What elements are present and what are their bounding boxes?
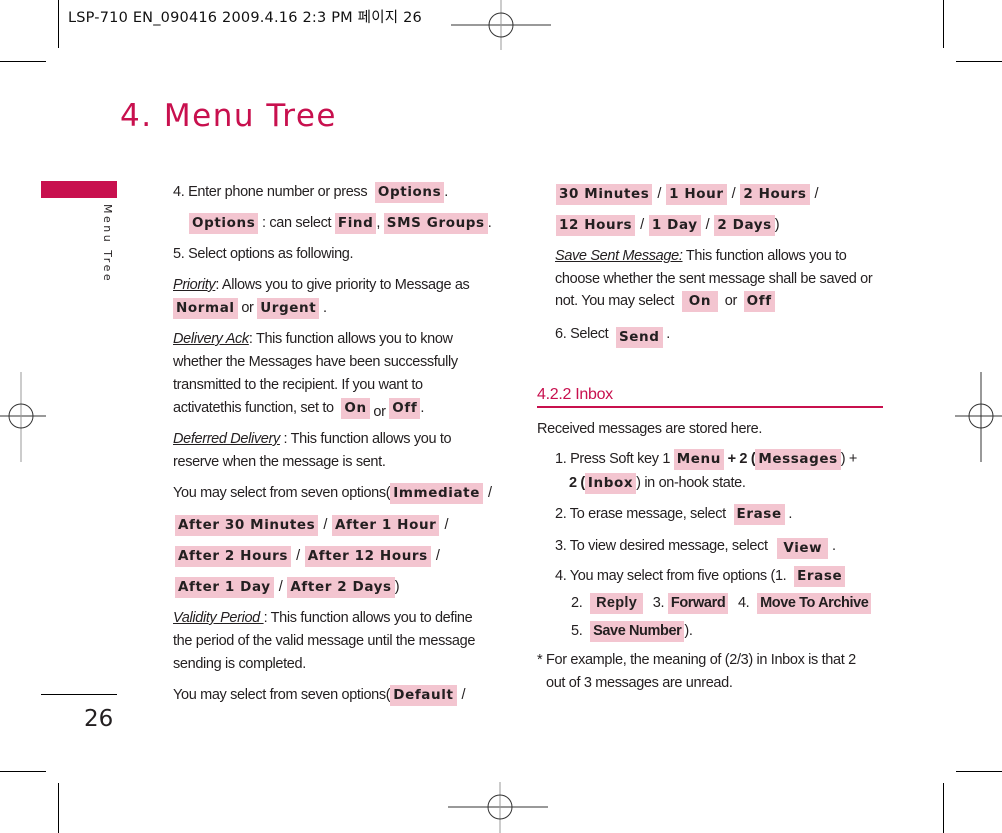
key-after-1-day: After 1 Day <box>175 577 274 598</box>
registration-mark-right <box>955 372 1002 462</box>
page-number: 26 <box>84 706 114 732</box>
inbox-options-row: 5. Save Number). <box>571 620 693 643</box>
key-save-number: Save Number <box>590 621 685 642</box>
key-messages: Messages <box>755 449 841 470</box>
step-4: 4. Enter phone number or press Options. <box>173 181 448 204</box>
registration-mark-bottom <box>448 782 548 833</box>
inbox-step-1: 1. Press Soft key 1 Menu + 2 (Messages) … <box>555 448 857 471</box>
key-normal: Normal <box>173 298 238 319</box>
crop-mark <box>956 771 1002 772</box>
page-title: 4. Menu Tree <box>120 98 337 134</box>
step-5: 5. Select options as following. <box>173 246 354 262</box>
key-menu: Menu <box>673 449 724 470</box>
inbox-intro: Received messages are stored here. <box>537 421 763 437</box>
key-1-day: 1 Day <box>648 215 701 236</box>
save-sent-message-desc: Save Sent Message: This function allows … <box>555 248 847 264</box>
deferred-options-intro: You may select from seven options(Immedi… <box>173 482 497 505</box>
key-after-30-minutes: After 30 Minutes <box>175 515 319 536</box>
key-options: Options <box>189 213 259 234</box>
crop-mark <box>956 61 1002 62</box>
deferred-delivery-line: reserve when the message is sent. <box>173 454 386 470</box>
key-reply: Reply <box>590 593 644 614</box>
validity-options-row: 30 Minutes/1 Hour/2 Hours / <box>556 183 823 206</box>
crop-mark <box>58 783 59 833</box>
crop-mark <box>0 61 46 62</box>
validity-options-intro: You may select from seven options(Defaul… <box>173 684 470 707</box>
key-off: Off <box>389 398 421 419</box>
deferred-delivery-desc: Deferred Delivery : This function allows… <box>173 431 452 447</box>
crop-mark <box>58 0 59 48</box>
key-30-minutes: 30 Minutes <box>556 184 653 205</box>
key-after-1-hour: After 1 Hour <box>332 515 440 536</box>
side-section-label: Menu Tree <box>101 204 114 284</box>
section-heading-inbox: 4.2.2 Inbox <box>537 384 883 408</box>
inbox-step-1-cont: 2 (Inbox) in on-hook state. <box>569 472 746 495</box>
key-options: Options <box>374 182 445 203</box>
deferred-options-row: After 2 Hours / After 12 Hours / <box>175 545 445 568</box>
deferred-options-row: After 1 Day / After 2 Days) <box>175 576 400 599</box>
key-immediate: Immediate <box>390 483 483 504</box>
key-forward: Forward <box>667 593 729 614</box>
key-off: Off <box>743 291 775 312</box>
key-view: View <box>777 538 829 559</box>
key-on: On <box>681 291 719 312</box>
key-after-2-days: After 2 Days <box>287 577 395 598</box>
inbox-options-row: 2. Reply 3. Forward 4. Move To Archive <box>571 592 872 615</box>
validity-period-desc: Validity Period : This function allows y… <box>173 610 473 626</box>
sidebar-accent-bar <box>41 181 117 198</box>
options-line: Options : can select Find, SMS Groups. <box>189 212 492 235</box>
step-6: 6. Select Send . <box>555 323 670 348</box>
delivery-ack-desc: Delivery Ack: This function allows you t… <box>173 331 453 347</box>
key-erase: Erase <box>794 566 846 587</box>
deferred-options-row: After 30 Minutes / After 1 Hour / <box>175 514 453 537</box>
key-send: Send <box>615 327 663 348</box>
key-after-2-hours: After 2 Hours <box>175 546 292 567</box>
key-sms-groups: SMS Groups <box>383 213 488 234</box>
save-sent-options: not. You may select On or Off <box>555 290 775 313</box>
footnote: * For example, the meaning of (2/3) in I… <box>537 652 856 668</box>
delivery-ack-options: activatethis function, set to On or Off. <box>173 398 425 420</box>
priority-options: Normal or Urgent . <box>173 297 327 320</box>
validity-options-row: 12 Hours/1 Day/2 Days) <box>556 214 780 237</box>
validity-line: sending is completed. <box>173 656 306 672</box>
key-urgent: Urgent <box>257 298 320 319</box>
delivery-ack-line: transmitted to the recipient. If you wan… <box>173 377 423 393</box>
key-default: Default <box>390 685 457 706</box>
key-inbox: Inbox <box>584 473 637 494</box>
key-move-to-archive: Move To Archive <box>757 593 872 614</box>
key-1-hour: 1 Hour <box>666 184 727 205</box>
page-number-rule <box>41 694 117 695</box>
key-12-hours: 12 Hours <box>556 215 636 236</box>
crop-mark <box>0 771 46 772</box>
priority-desc: Priority: Allows you to give priority to… <box>173 277 470 293</box>
crop-mark <box>943 0 944 48</box>
crop-mark <box>943 783 944 833</box>
key-after-12-hours: After 12 Hours <box>304 546 431 567</box>
validity-line: the period of the valid message until th… <box>173 633 476 649</box>
registration-mark-top <box>451 0 551 50</box>
key-erase: Erase <box>733 504 785 525</box>
registration-mark-left <box>0 372 46 462</box>
inbox-step-3: 3. To view desired message, select View … <box>555 535 836 559</box>
key-2-days: 2 Days <box>714 215 775 236</box>
save-sent-line: choose whether the sent message shall be… <box>555 271 873 287</box>
key-2-hours: 2 Hours <box>740 184 810 205</box>
delivery-ack-line: whether the Messages have been successfu… <box>173 354 458 370</box>
key-on: On <box>341 398 370 419</box>
inbox-step-2: 2. To erase message, select Erase . <box>555 503 792 526</box>
print-header: LSP-710 EN_090416 2009.4.16 2:3 PM 페이지 2… <box>68 10 422 26</box>
inbox-step-4: 4. You may select from five options (1. … <box>555 565 846 588</box>
footnote: out of 3 messages are unread. <box>546 675 733 691</box>
key-find: Find <box>334 213 377 234</box>
